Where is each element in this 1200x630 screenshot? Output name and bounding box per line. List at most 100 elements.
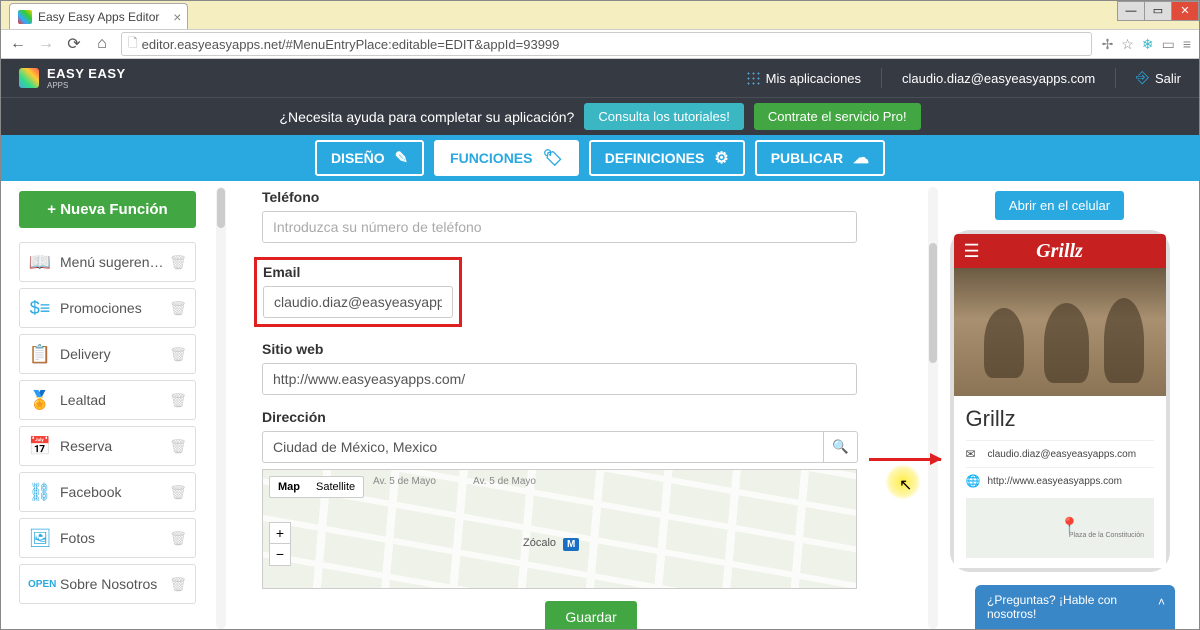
tutorials-button[interactable]: Consulta los tutoriales!	[584, 103, 744, 130]
window-maximize[interactable]: ▭	[1144, 1, 1172, 21]
phone-input[interactable]	[262, 211, 857, 243]
tab-label: DISEÑO	[331, 150, 385, 166]
ribbon-icon: 🏅	[28, 390, 52, 411]
trash-icon[interactable]: 🗑	[169, 576, 187, 593]
dollar-icon: $≡	[28, 298, 52, 319]
bookmark-icon[interactable]: ☆	[1121, 36, 1134, 53]
metro-icon: M	[563, 538, 579, 551]
image-icon: 🖼	[28, 528, 52, 549]
sidebar-item-loyalty[interactable]: 🏅 Lealtad 🗑	[19, 380, 196, 420]
phone-label: Teléfono	[262, 189, 920, 205]
sidebar-item-about[interactable]: OPEN Sobre Nosotros 🗑	[19, 564, 196, 604]
sidebar-item-label: Delivery	[60, 346, 169, 362]
address-label: Dirección	[262, 409, 920, 425]
sidebar-item-label: Facebook	[60, 484, 169, 500]
website-input[interactable]	[262, 363, 857, 395]
sidebar-item-reserve[interactable]: 📅 Reserva 🗑	[19, 426, 196, 466]
adblock-icon[interactable]: ▭	[1162, 36, 1175, 53]
map[interactable]: Map Satellite + − Av. 5 de Mayo Av. 5 de…	[262, 469, 857, 589]
book-icon: 📖	[28, 252, 52, 273]
globe-icon: 🌐	[966, 474, 980, 488]
grid-icon	[746, 71, 760, 85]
tab-close-icon[interactable]: ×	[173, 9, 181, 25]
hamburger-icon[interactable]: ☰	[964, 241, 980, 262]
chat-widget[interactable]: ¿Preguntas? ¡Hable con nosotros! ˄	[975, 585, 1175, 629]
sidebar-item-delivery[interactable]: 📋 Delivery 🗑	[19, 334, 196, 374]
trash-icon[interactable]: 🗑	[169, 392, 187, 409]
sidebar-item-promos[interactable]: $≡ Promociones 🗑	[19, 288, 196, 328]
trash-icon[interactable]: 🗑	[169, 438, 187, 455]
sidebar-item-label: Menú sugerenci...	[60, 254, 169, 270]
gear-icon: ⚙	[714, 148, 728, 168]
envelope-icon: ✉	[966, 447, 980, 461]
cloud-upload-icon: ☁	[853, 148, 869, 168]
brush-icon: ✎	[395, 148, 408, 168]
tab-design[interactable]: DISEÑO ✎	[315, 140, 424, 176]
website-label: Sitio web	[262, 341, 920, 357]
map-zoom-out[interactable]: −	[269, 544, 291, 566]
sidebar-item-photos[interactable]: 🖼 Fotos 🗑	[19, 518, 196, 558]
map-zoom-in[interactable]: +	[269, 522, 291, 544]
tab-publish[interactable]: PUBLICAR ☁	[755, 140, 885, 176]
sidebar-item-facebook[interactable]: ⛓ Facebook 🗑	[19, 472, 196, 512]
window-close[interactable]: ✕	[1171, 1, 1199, 21]
email-input[interactable]	[263, 286, 453, 318]
preview-email: claudio.diaz@easyeasyapps.com	[988, 449, 1137, 460]
my-apps-label: Mis aplicaciones	[766, 71, 861, 86]
clipboard-icon: 📋	[28, 344, 52, 365]
calendar-icon: 📅	[28, 436, 52, 457]
trash-icon[interactable]: 🗑	[169, 484, 187, 501]
sidebar-item-menu[interactable]: 📖 Menú sugerenci... 🗑	[19, 242, 196, 282]
new-function-button[interactable]: + Nueva Función	[19, 191, 196, 228]
chevron-up-icon: ˄	[1158, 595, 1165, 609]
open-on-mobile-button[interactable]: Abrir en el celular	[995, 191, 1124, 220]
address-input[interactable]	[262, 431, 824, 463]
preview-map[interactable]: 📍 Plaza de la Constitución	[966, 498, 1154, 558]
browser-tab[interactable]: Easy Easy Apps Editor ×	[9, 3, 188, 29]
pro-service-button[interactable]: Contrate el servicio Pro!	[754, 103, 921, 130]
trash-icon[interactable]: 🗑	[169, 254, 187, 271]
phone-preview: ☰ Grillz Grillz ✉ claudio.di	[950, 230, 1170, 572]
logo-icon	[19, 68, 39, 88]
url-bar[interactable]: 🗋 editor.easyeasyapps.net/#MenuEntryPlac…	[121, 32, 1092, 56]
map-type-switch[interactable]: Map Satellite	[269, 476, 364, 498]
preview-app-logo: Grillz	[1036, 240, 1083, 263]
home-icon[interactable]: ⌂	[93, 35, 111, 53]
address-search-button[interactable]: 🔍	[824, 431, 858, 463]
search-icon: 🔍	[832, 439, 849, 454]
trash-icon[interactable]: 🗑	[169, 300, 187, 317]
preview-website-row[interactable]: 🌐 http://www.easyeasyapps.com	[966, 467, 1154, 494]
tab-functions[interactable]: FUNCIONES 🏷	[434, 140, 579, 176]
user-email-link[interactable]: claudio.diaz@easyeasyapps.com	[902, 71, 1095, 86]
url-text: editor.easyeasyapps.net/#MenuEntryPlace:…	[142, 37, 560, 52]
map-zocalo-label: Zócalo	[523, 537, 556, 549]
tab-definitions[interactable]: DEFINICIONES ⚙	[589, 140, 745, 176]
logout-label: Salir	[1155, 71, 1181, 86]
trash-icon[interactable]: 🗑	[169, 346, 187, 363]
preview-title: Grillz	[966, 406, 1154, 432]
back-icon[interactable]: ←	[9, 35, 27, 53]
translate-icon[interactable]: ✢	[1102, 36, 1114, 53]
menu-icon[interactable]: ≡	[1183, 36, 1191, 53]
trash-icon[interactable]: 🗑	[169, 530, 187, 547]
brand-logo[interactable]: EASY EASY APPS	[1, 66, 144, 90]
preview-hero-image	[954, 268, 1166, 396]
map-mode-satellite[interactable]: Satellite	[308, 477, 363, 497]
save-button[interactable]: Guardar	[545, 601, 636, 629]
my-apps-link[interactable]: Mis aplicaciones	[746, 71, 861, 86]
extension-icon[interactable]: ❄	[1142, 36, 1154, 53]
tag-icon: 🏷	[542, 148, 562, 168]
separator	[1115, 68, 1116, 88]
preview-email-row[interactable]: ✉ claudio.diaz@easyeasyapps.com	[966, 440, 1154, 467]
page-icon: 🗋	[128, 34, 138, 55]
user-email: claudio.diaz@easyeasyapps.com	[902, 71, 1095, 86]
window-minimize[interactable]: —	[1117, 1, 1145, 21]
content-scrollbar[interactable]	[928, 187, 938, 629]
logout-link[interactable]: ⎆ Salir	[1136, 69, 1181, 87]
email-highlight: Email	[254, 257, 462, 327]
tab-label: DEFINICIONES	[605, 150, 705, 166]
map-mode-map[interactable]: Map	[270, 477, 308, 497]
sidebar-scrollbar[interactable]	[216, 187, 226, 629]
reload-icon[interactable]: ⟳	[65, 34, 83, 54]
sidebar-item-label: Promociones	[60, 300, 169, 316]
